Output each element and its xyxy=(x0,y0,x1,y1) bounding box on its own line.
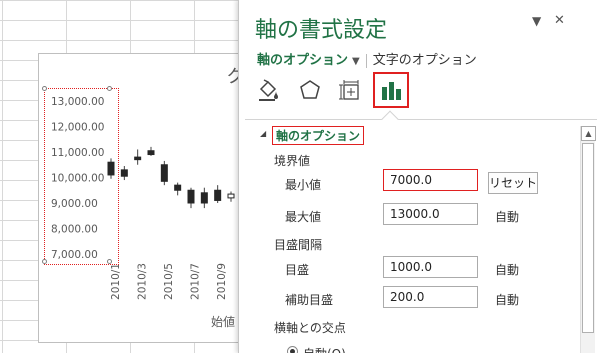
x-axis-tick-label: 2010/7 xyxy=(190,263,202,300)
crosses-label: 横軸との交点 xyxy=(274,321,346,335)
pane-title: 軸の書式設定 xyxy=(255,18,388,43)
tab-separator xyxy=(365,53,367,68)
candle-body xyxy=(214,189,222,201)
x-axis-title: 始値 xyxy=(211,314,235,329)
pane-close-button[interactable]: ✕ xyxy=(554,13,565,28)
options-content: ◢ 軸のオプション 境界値 最小値 リセット 最大値 自動 目盛間隔 目盛 自動… xyxy=(239,120,579,353)
pane-options-dropdown[interactable]: ▼ xyxy=(532,14,541,28)
collapse-triangle-icon[interactable]: ◢ xyxy=(260,129,266,138)
crosses-auto-radio[interactable] xyxy=(287,346,298,353)
vertical-axis-selection[interactable] xyxy=(44,88,119,265)
crosses-auto-label[interactable]: 自動(O) xyxy=(303,345,346,353)
selection-handle[interactable] xyxy=(42,86,47,91)
minimum-label: 最小値 xyxy=(285,178,322,192)
x-axis-tick-label: 2010/9 xyxy=(216,263,228,300)
tab-dropdown-arrow[interactable]: ▼ xyxy=(352,56,360,67)
minor-auto-button[interactable]: 自動 xyxy=(495,291,519,308)
maximum-label: 最大値 xyxy=(285,210,322,224)
maximum-auto-button[interactable]: 自動 xyxy=(495,208,519,225)
x-axis-tick-label: 2010/5 xyxy=(163,263,175,300)
candle-body xyxy=(120,169,128,177)
minor-unit-input[interactable] xyxy=(383,286,478,308)
effects-pentagon-icon[interactable] xyxy=(295,74,325,106)
x-axis-tick-label: 2010/3 xyxy=(137,263,149,300)
selection-handle[interactable] xyxy=(107,86,112,91)
tab-axis-options[interactable]: 軸のオプション xyxy=(257,53,348,68)
candle-body xyxy=(174,184,182,191)
tab-text-options[interactable]: 文字のオプション xyxy=(373,53,477,68)
x-axis-tick-label: 2010/1 xyxy=(110,263,122,300)
candle-body xyxy=(134,156,142,161)
maximum-input[interactable] xyxy=(383,203,478,225)
minor-unit-label: 補助目盛 xyxy=(285,293,334,307)
section-axis-options[interactable]: 軸のオプション xyxy=(272,126,365,145)
size-properties-icon[interactable] xyxy=(335,74,365,106)
candle-body xyxy=(200,192,208,204)
major-auto-button[interactable]: 自動 xyxy=(495,261,519,278)
units-label: 目盛間隔 xyxy=(274,238,323,252)
reset-button[interactable]: リセット xyxy=(488,172,538,194)
pane-scrollbar[interactable]: ▲ xyxy=(580,126,596,353)
format-axis-pane: 軸の書式設定 ▼ ✕ 軸のオプション ▼ 文字のオプション ◢ 軸のオプション … xyxy=(238,0,601,353)
fill-line-icon[interactable] xyxy=(253,74,283,106)
candle-body xyxy=(227,193,235,199)
minimum-input[interactable] xyxy=(383,169,478,191)
selection-handle[interactable] xyxy=(107,259,112,264)
axis-options-bar-chart-icon[interactable] xyxy=(373,72,409,108)
bounds-label: 境界値 xyxy=(274,154,311,168)
selection-handle[interactable] xyxy=(42,259,47,264)
candle-body xyxy=(160,164,168,182)
scroll-thumb[interactable] xyxy=(582,143,594,333)
option-tabs: 軸のオプション ▼ 文字のオプション xyxy=(257,49,477,68)
scroll-up-arrow-icon[interactable]: ▲ xyxy=(581,126,596,141)
candle-body xyxy=(187,189,195,204)
major-unit-input[interactable] xyxy=(383,256,478,278)
major-unit-label: 目盛 xyxy=(285,263,310,277)
candle-body xyxy=(147,150,155,156)
